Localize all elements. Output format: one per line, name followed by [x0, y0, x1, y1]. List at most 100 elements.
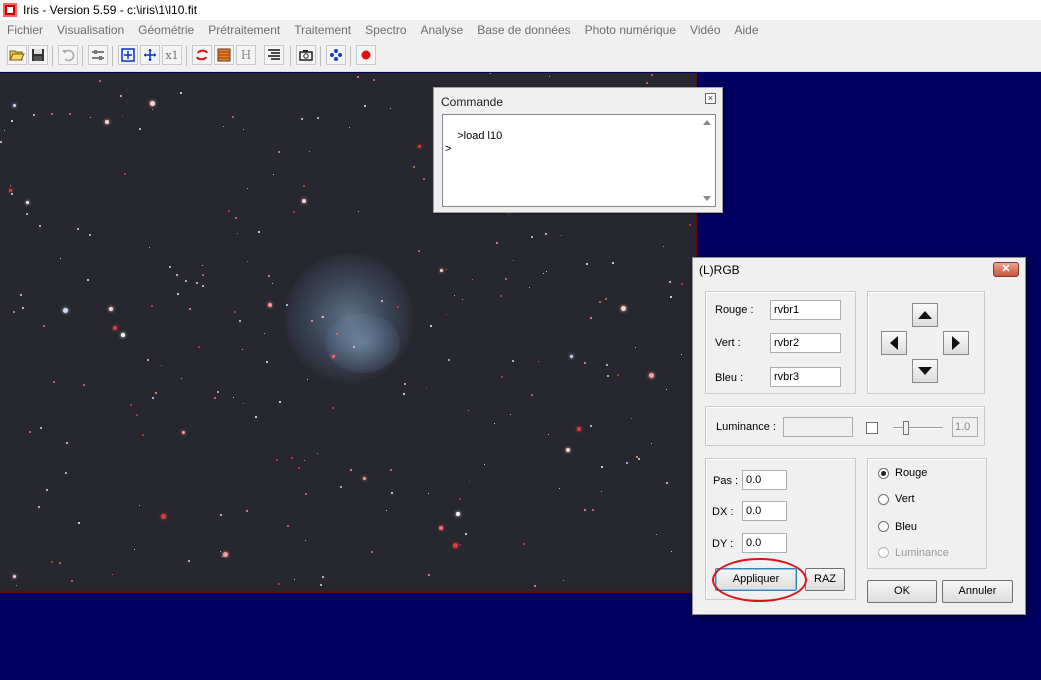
zoom-1x-icon: x1 — [165, 48, 179, 62]
luminance-checkbox[interactable] — [866, 422, 878, 434]
menu-geometrie[interactable]: Géométrie — [131, 20, 201, 40]
star — [77, 228, 79, 230]
raz-button[interactable]: RAZ — [805, 568, 845, 591]
dx-field[interactable]: 0.0 — [742, 501, 787, 521]
radio-rouge[interactable] — [878, 468, 889, 479]
pas-field[interactable]: 0.0 — [742, 470, 787, 490]
star — [258, 231, 260, 233]
palette-button[interactable] — [214, 45, 234, 65]
star — [90, 117, 91, 118]
star — [237, 233, 238, 234]
menu-aide[interactable]: Aide — [728, 20, 766, 40]
menu-fichier[interactable]: Fichier — [0, 20, 50, 40]
star — [151, 305, 153, 307]
toolbar-separator — [290, 46, 291, 66]
star — [223, 552, 228, 557]
blue-cross-button[interactable] — [326, 45, 346, 65]
star — [121, 333, 125, 337]
star — [599, 301, 601, 303]
star — [681, 354, 682, 355]
radio-bleu[interactable] — [878, 521, 889, 532]
luminance-file-field[interactable] — [783, 417, 853, 437]
star — [322, 576, 324, 578]
threshold-button[interactable] — [88, 45, 108, 65]
radio-luminance[interactable] — [878, 547, 889, 558]
nebula-core — [325, 313, 400, 373]
star — [13, 311, 15, 313]
star — [198, 346, 200, 348]
star — [112, 574, 113, 575]
shift-right-button[interactable] — [943, 331, 969, 355]
menu-traitement[interactable]: Traitement — [287, 20, 358, 40]
star — [150, 101, 155, 106]
shift-left-button[interactable] — [881, 331, 907, 355]
menu-video[interactable]: Vidéo — [683, 20, 727, 40]
star — [381, 300, 383, 302]
record-dot-icon — [361, 50, 371, 60]
menu-spectro[interactable]: Spectro — [358, 20, 413, 40]
luminance-slider-value-text: 1.0 — [955, 421, 971, 433]
star — [22, 307, 24, 309]
star — [534, 585, 536, 587]
red-swirl-button[interactable] — [192, 45, 212, 65]
menu-analyse[interactable]: Analyse — [414, 20, 471, 40]
menu-photo-numerique[interactable]: Photo numérique — [578, 20, 683, 40]
vert-file-field[interactable]: rvbr2 — [770, 333, 841, 353]
annuler-button[interactable]: Annuler — [942, 580, 1013, 603]
star — [120, 95, 122, 97]
zoom-in-button[interactable] — [118, 45, 138, 65]
menu-base-de-donnees[interactable]: Base de données — [470, 20, 577, 40]
star — [513, 260, 514, 261]
open-folder-button[interactable] — [7, 45, 27, 65]
star — [177, 293, 179, 295]
scroll-down-icon[interactable] — [703, 196, 711, 201]
command-close-button[interactable]: × — [705, 93, 716, 104]
undo-button[interactable] — [58, 45, 78, 65]
star — [538, 361, 539, 362]
star — [430, 325, 432, 327]
zoom-1x-button[interactable]: x1 — [162, 45, 182, 65]
scroll-up-icon[interactable] — [703, 120, 711, 125]
star — [255, 416, 257, 418]
radio-vert[interactable] — [878, 494, 889, 505]
bleu-file-field[interactable]: rvbr3 — [770, 367, 841, 387]
star — [83, 384, 85, 386]
list-button[interactable] — [264, 45, 284, 65]
star — [222, 556, 223, 557]
dialog-close-button[interactable]: ✕ — [993, 262, 1019, 277]
star — [53, 381, 55, 383]
rouge-label: Rouge : — [715, 304, 754, 316]
save-button[interactable] — [28, 45, 48, 65]
camera-button[interactable] — [296, 45, 316, 65]
star — [298, 467, 300, 469]
ok-button[interactable]: OK — [867, 580, 937, 603]
rouge-file-field[interactable]: rvbr1 — [770, 300, 841, 320]
menu-pretraitement[interactable]: Prétraitement — [201, 20, 287, 40]
star — [586, 263, 588, 265]
star — [287, 525, 289, 527]
star — [453, 543, 458, 548]
star — [124, 173, 126, 175]
star — [689, 224, 691, 226]
dy-field[interactable]: 0.0 — [742, 533, 787, 553]
star — [523, 543, 525, 545]
shift-up-button[interactable] — [912, 303, 938, 327]
command-scrollbar[interactable] — [699, 115, 715, 206]
star — [631, 418, 632, 419]
star — [105, 120, 109, 124]
command-text-area[interactable]: >load l10 > — [442, 114, 716, 207]
star — [223, 126, 224, 127]
histogram-button[interactable]: H — [236, 45, 256, 65]
shift-down-button[interactable] — [912, 359, 938, 383]
menu-visualisation[interactable]: Visualisation — [50, 20, 131, 40]
star — [607, 375, 609, 377]
luminance-slider-thumb[interactable] — [903, 421, 909, 435]
star — [228, 210, 230, 212]
record-button[interactable] — [356, 45, 376, 65]
star — [136, 414, 138, 416]
star — [60, 258, 61, 259]
star — [242, 349, 243, 350]
star — [4, 130, 5, 131]
star — [612, 262, 614, 264]
zoom-out-button[interactable] — [140, 45, 160, 65]
